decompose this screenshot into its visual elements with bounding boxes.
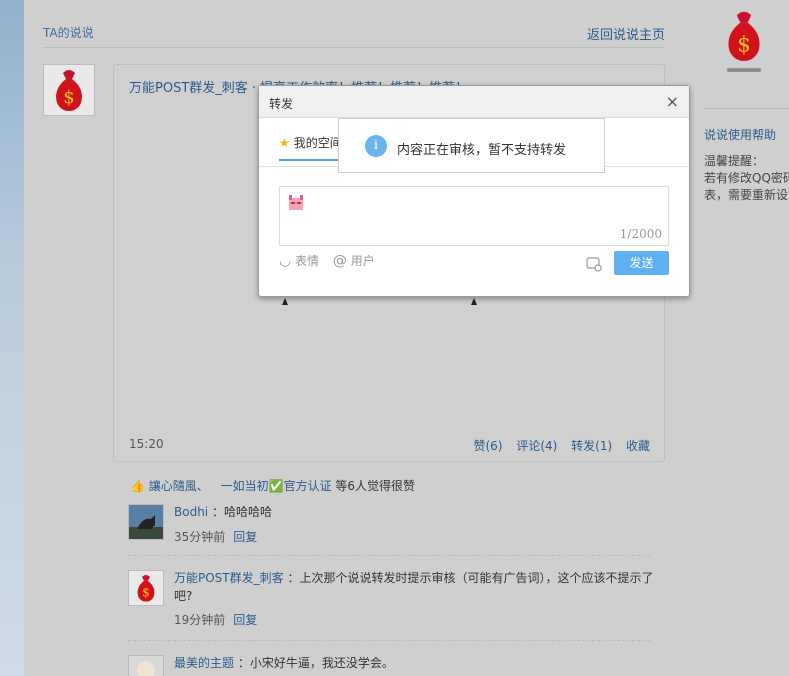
money-bag-icon: $: [56, 70, 82, 111]
star-icon: ★: [279, 136, 290, 150]
forward-text-input[interactable]: 1/2000: [279, 186, 669, 246]
likes-row: 👍 讓心隨風、 一如当初✅官方认证 等6人觉得很赞: [130, 477, 415, 494]
help-link[interactable]: 说说使用帮助: [704, 126, 776, 143]
comment-author[interactable]: 最美的主题: [174, 656, 234, 670]
person-avatar-icon: [129, 656, 163, 676]
reply-link[interactable]: 回复: [233, 613, 257, 627]
commenter-avatar[interactable]: [128, 655, 164, 676]
comment-author[interactable]: Bodhi: [174, 505, 208, 519]
comment-text: ：小宋好牛逼，我还没学会。: [237, 656, 394, 670]
char-counter: 1/2000: [619, 227, 662, 241]
sidebar-divider: [704, 108, 789, 109]
dialog-header: 转发 ×: [259, 86, 689, 118]
money-bag-icon: $: [727, 11, 761, 72]
comment-link[interactable]: 评论(4): [516, 439, 557, 453]
tip-label: 温馨提醒：: [704, 154, 765, 168]
svg-text:$: $: [737, 32, 751, 57]
at-icon: @: [332, 253, 347, 269]
horse-avatar-icon: [129, 505, 163, 539]
bird-icon: [282, 298, 288, 305]
info-icon: i: [365, 135, 387, 157]
dialog-title: 转发: [269, 97, 294, 111]
input-toolbar: ◡ 表情 @ 用户: [279, 252, 385, 269]
like-link[interactable]: 赞(6): [474, 439, 503, 453]
back-to-main-link[interactable]: 返回说说主页: [587, 24, 665, 43]
privacy-icon[interactable]: [586, 256, 602, 272]
comment-time: 35分钟前: [174, 530, 226, 544]
header-row: TA的说说 返回说说主页: [43, 20, 665, 48]
comment-time: 19分钟前: [174, 613, 226, 627]
money-bag-icon: $: [137, 575, 155, 602]
svg-text:$: $: [142, 585, 149, 599]
right-sidebar: $ 说说使用帮助 温馨提醒： 若有修改QQ密码 表，需要重新设: [704, 0, 789, 676]
bird-icon: [471, 298, 477, 305]
tip-text: 温馨提醒： 若有修改QQ密码 表，需要重新设: [704, 153, 789, 204]
close-icon[interactable]: ×: [666, 92, 679, 111]
forward-dialog: 转发 × ★ 我的空间 1/2000 ◡ 表情 @ 用户 发送: [258, 85, 690, 297]
page-title: TA的说说: [43, 26, 94, 40]
left-strip: [0, 0, 24, 676]
reply-link[interactable]: 回复: [233, 530, 257, 544]
comment-author[interactable]: 万能POST群发_刺客: [174, 571, 284, 585]
emoji-button[interactable]: ◡ 表情: [279, 253, 319, 269]
forward-link[interactable]: 转发(1): [571, 439, 612, 453]
commenter-avatar[interactable]: $: [128, 570, 164, 606]
svg-text:$: $: [63, 87, 74, 108]
emoji-face-icon: [289, 195, 303, 210]
review-toast: i 内容正在审核，暂不支持转发: [338, 118, 605, 173]
comment-item: 万能POST群发_刺客 ：上次那个说说转发时提示审核（可能有广告词），这个应该不…: [174, 569, 654, 629]
sidebar-logo: $: [720, 8, 768, 81]
favorite-link[interactable]: 收藏: [626, 439, 650, 453]
comment-item: Bodhi ：哈哈哈哈 35分钟前 回复: [174, 503, 654, 545]
comment-item: 最美的主题 ：小宋好牛逼，我还没学会。: [174, 654, 654, 671]
divider: [128, 555, 650, 556]
mention-user-button[interactable]: @ 用户: [332, 253, 375, 269]
divider: [128, 640, 650, 641]
like-user-2[interactable]: 一如当初✅官方认证: [221, 479, 332, 493]
thumbs-up-icon: 👍: [130, 479, 145, 493]
smile-icon: ◡: [279, 253, 292, 269]
tip-line-1: 若有修改QQ密码: [704, 171, 789, 185]
tip-line-2: 表，需要重新设: [704, 188, 789, 202]
likes-suffix: 等6人觉得很赞: [335, 479, 416, 493]
toast-message: 内容正在审核，暂不支持转发: [397, 143, 567, 158]
author-avatar[interactable]: $: [43, 64, 95, 116]
comment-text: ：哈哈哈哈: [211, 505, 272, 519]
send-button[interactable]: 发送: [614, 251, 669, 275]
post-time: 15:20: [129, 437, 164, 451]
commenter-avatar[interactable]: [128, 504, 164, 540]
post-actions: 赞(6) 评论(4) 转发(1) 收藏: [464, 437, 651, 454]
tab-label: 我的空间: [293, 136, 342, 150]
like-user-1[interactable]: 讓心隨風、: [149, 479, 209, 493]
